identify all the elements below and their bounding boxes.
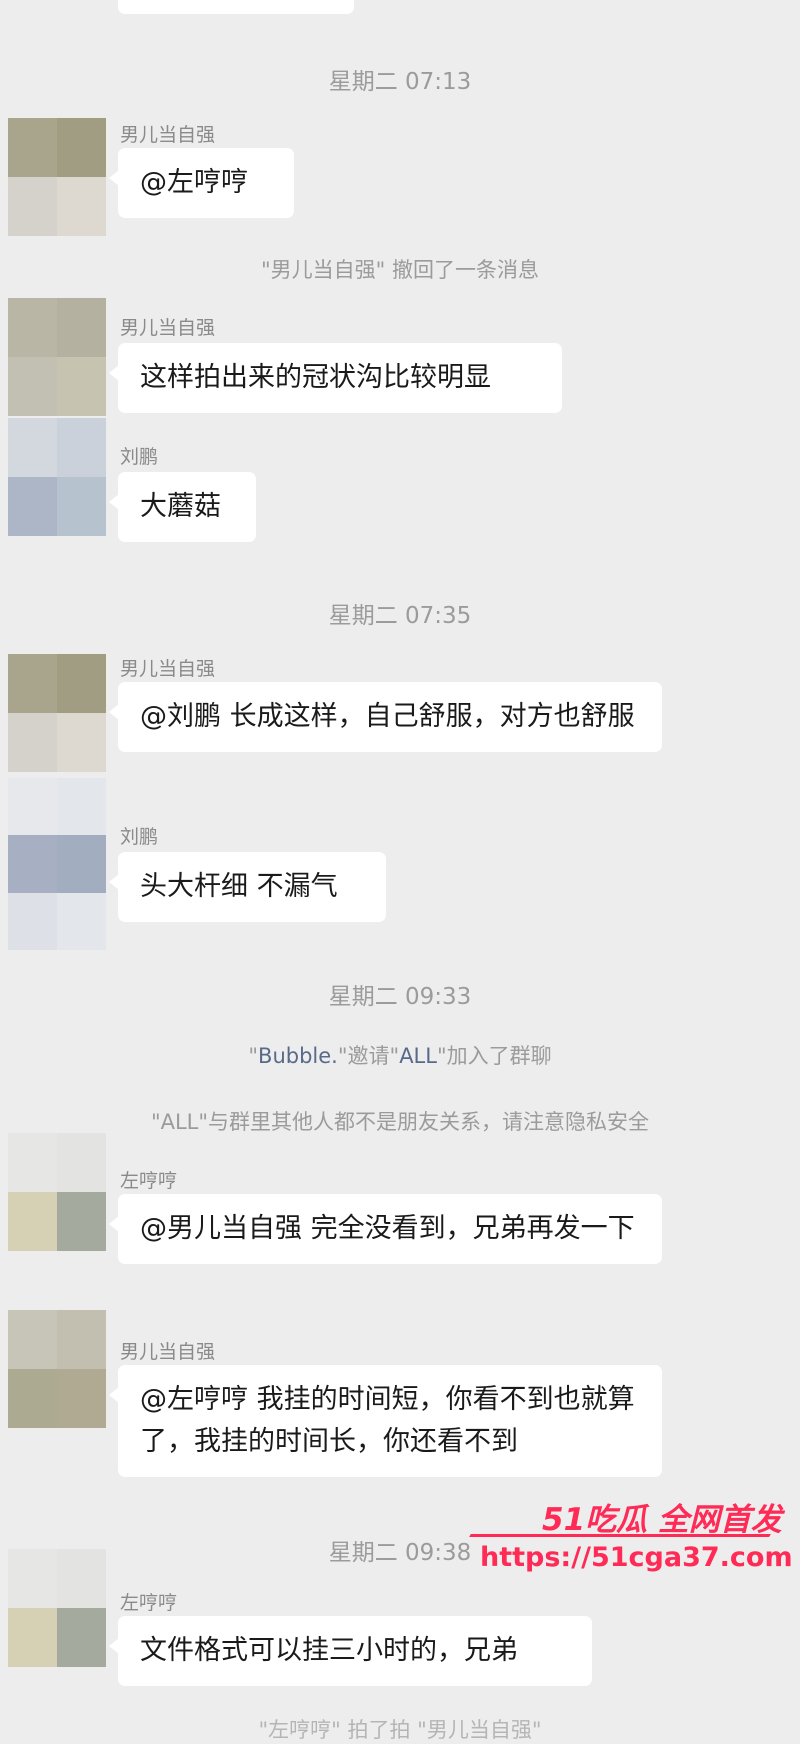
timestamp: 星期二 07:13 [328, 69, 472, 95]
avatar[interactable] [8, 1549, 106, 1667]
message-bubble[interactable]: @男儿当自强 完全没看到，兄弟再发一下 [109, 1194, 662, 1264]
sender-name: 左哼哼 [120, 1170, 178, 1192]
watermark-brand: 51吃瓜 全网首发 [542, 1502, 782, 1538]
sender-name: 刘鹏 [120, 826, 159, 848]
invite-notice: "Bubble."邀请"ALL"加入了群聊 [0, 1040, 800, 1070]
pat-notice: "左哼哼" 拍了拍 "男儿当自强" [258, 1718, 542, 1742]
avatar[interactable] [8, 654, 106, 772]
message-bubble[interactable]: 文件格式可以挂三小时的，兄弟 [109, 1616, 592, 1686]
sender-name: 男儿当自强 [120, 658, 216, 680]
watermark-logo: 51吃瓜 全网首发 https://51cga37.com [469, 1488, 793, 1588]
previous-message-bubble [118, 0, 354, 14]
message-bubble[interactable]: 大蘑菇 [109, 472, 256, 542]
recall-notice: "男儿当自强" 撤回了一条消息 [261, 258, 539, 282]
sender-name: 左哼哼 [120, 1592, 178, 1614]
sender-name: 男儿当自强 [120, 1341, 216, 1363]
avatar[interactable] [8, 778, 106, 950]
avatar[interactable] [8, 1310, 106, 1428]
watermark-url: https://51cga37.com [480, 1542, 793, 1573]
invite-quote-open: " [248, 1044, 259, 1068]
message-bubble[interactable]: @左哼哼 [109, 148, 294, 218]
sender-name: 刘鹏 [120, 446, 159, 468]
message-bubble[interactable]: @左哼哼 我挂的时间短，你看不到也就算了，我挂的时间长，你还看不到 [109, 1365, 662, 1477]
timestamp: 星期二 07:35 [328, 603, 472, 629]
sender-name: 男儿当自强 [120, 124, 216, 146]
invite-text-end: "加入了群聊 [436, 1044, 552, 1068]
inviter-name[interactable]: Bubble. [258, 1044, 338, 1068]
invitee-name[interactable]: ALL [399, 1044, 437, 1068]
privacy-notice: "ALL"与群里其他人都不是朋友关系，请注意隐私安全 [150, 1110, 650, 1134]
message-bubble[interactable]: 这样拍出来的冠状沟比较明显 [109, 343, 562, 413]
message-bubble[interactable]: 头大杆细 不漏气 [109, 852, 386, 922]
watermark-line [469, 1534, 771, 1537]
avatar[interactable] [8, 118, 106, 236]
message-bubble[interactable]: @刘鹏 长成这样，自己舒服，对方也舒服 [109, 682, 662, 752]
avatar[interactable] [8, 298, 106, 416]
avatar[interactable] [8, 1133, 106, 1251]
avatar[interactable] [8, 418, 106, 536]
timestamp: 星期二 09:33 [328, 984, 472, 1010]
sender-name: 男儿当自强 [120, 317, 216, 339]
invite-text: "邀请" [337, 1044, 400, 1068]
